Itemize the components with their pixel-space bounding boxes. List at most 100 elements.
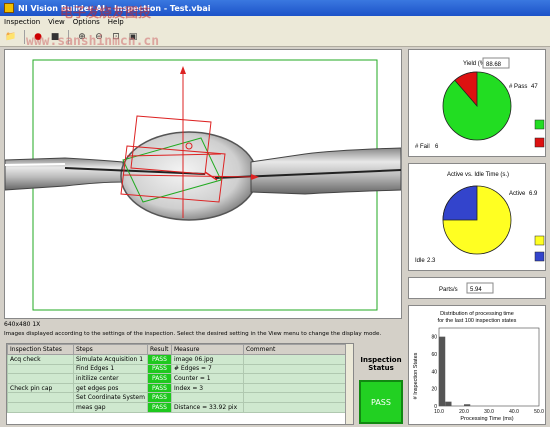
table-row[interactable]: Set Coordinate System PASS: [7, 392, 348, 403]
zoom-in-icon[interactable]: ⊕: [75, 30, 89, 44]
cell-measure: Index = 3: [170, 382, 244, 394]
table-row[interactable]: initilize center PASS Counter = 1: [7, 373, 348, 384]
fail-count-value: 6: [435, 144, 439, 150]
table-scrollbar[interactable]: [345, 344, 353, 424]
cell-comment: [242, 392, 348, 403]
histogram-y-tick-1: 20: [431, 387, 437, 393]
col-header-comment[interactable]: Comment: [242, 344, 348, 355]
cell-measure: # Edges = 7: [170, 363, 244, 375]
cell-result: PASS: [146, 373, 172, 384]
col-header-measure[interactable]: Measure: [170, 344, 244, 355]
table-row[interactable]: Find Edges 1 PASS # Edges = 7: [7, 363, 348, 375]
histogram-bar-2: [464, 404, 471, 406]
active-legend-swatch: [534, 235, 545, 246]
col-header-result[interactable]: Result: [146, 344, 172, 355]
cell-state: [7, 401, 74, 413]
active-label: Active: [509, 191, 526, 197]
cell-state: [7, 392, 74, 403]
cell-measure: Distance = 33.92 pix: [170, 401, 244, 413]
menu-help[interactable]: Help: [108, 18, 124, 26]
fail-count-label: # Fail: [415, 144, 430, 150]
cell-measure: image 06.jpg: [170, 354, 244, 365]
yield-card: Yield (%) 88.68 # Pass 47 # Fail 6: [408, 49, 546, 157]
inspection-status: Inspection Status PASS: [356, 356, 406, 426]
zoom-reset-icon[interactable]: ▣: [126, 30, 140, 44]
histogram-x-tick-1: 20.0: [459, 409, 469, 415]
cell-state: [7, 373, 74, 384]
cell-comment: [242, 373, 348, 384]
table-row[interactable]: Check pin cap get edges pos PASS Index =…: [7, 382, 348, 394]
toolbar-separator: [68, 29, 69, 44]
histogram-x-tick-3: 40.0: [509, 409, 519, 415]
histogram-x-tick-2: 30.0: [484, 409, 494, 415]
idle-value: 2.3: [427, 258, 436, 264]
table-row[interactable]: Acq check Simulate Acquisition 1 PASS im…: [7, 354, 348, 365]
app-icon: [4, 3, 14, 13]
cell-result: PASS: [146, 363, 172, 375]
cell-state: [7, 363, 74, 375]
histogram-y-tick-0: 0: [434, 404, 437, 410]
cell-measure: [170, 392, 244, 403]
histogram-bar-1: [445, 401, 452, 406]
cell-result: PASS: [146, 354, 172, 365]
histogram-card: Distribution of processing time for the …: [408, 305, 546, 425]
toolbar-separator: [24, 29, 25, 44]
histogram-ylabel: # Inspection States: [413, 352, 419, 399]
parts-label: Parts/s: [439, 287, 458, 293]
yield-value: 88.68: [486, 62, 502, 68]
histogram-y-tick-2: 40: [431, 369, 437, 375]
histogram-y-tick-3: 60: [431, 352, 437, 358]
inspection-results-table[interactable]: Inspection States Steps Result Measure C…: [6, 343, 354, 425]
menu-view[interactable]: View: [48, 18, 65, 26]
active-value: 6.9: [529, 191, 538, 197]
zoom-fit-icon[interactable]: ⊡: [109, 30, 123, 44]
table-row[interactable]: meas gap PASS Distance = 33.92 pix: [7, 401, 348, 413]
cell-step: Find Edges 1: [73, 363, 148, 375]
open-folder-icon[interactable]: 📁: [4, 30, 18, 44]
histogram-plot-area: [438, 327, 540, 407]
cell-step: Set Coordinate System: [73, 392, 148, 403]
histogram-x-tick-4: 50.0: [534, 409, 544, 415]
cell-result: PASS: [146, 392, 172, 403]
display-hint: Images displayed according to the settin…: [4, 331, 382, 337]
processing-time-histogram: Distribution of processing time for the …: [413, 311, 544, 422]
inspection-image: [4, 59, 402, 311]
histogram-title-line2: for the last 100 inspection states: [438, 318, 517, 324]
toolbar: 📁 ● ■ ⊕ ⊖ ⊡ ▣: [0, 27, 550, 47]
cell-state: Acq check: [7, 354, 74, 365]
run-icon[interactable]: ●: [31, 30, 45, 44]
histogram-title-line1: Distribution of processing time: [440, 311, 514, 317]
cell-step: Simulate Acquisition 1: [73, 354, 148, 365]
glass-tube-left: [4, 157, 124, 191]
title-bar: NI Vision Builder AI - Inspection - Test…: [0, 0, 550, 16]
image-display[interactable]: [4, 49, 402, 319]
window-title: NI Vision Builder AI - Inspection - Test…: [18, 3, 211, 13]
statistics-panel: Yield (%) 88.68 # Pass 47 # Fail 6 Activ…: [408, 49, 546, 425]
zoom-out-icon[interactable]: ⊖: [92, 30, 106, 44]
cell-result: PASS: [146, 401, 172, 413]
histogram-xlabel: Processing Time (ms): [460, 416, 513, 422]
cell-measure: Counter = 1: [170, 373, 244, 384]
inspection-status-title: Inspection Status: [360, 356, 402, 372]
active-idle-card: Active vs. Idle Time (s.) Active 6.9 Idl…: [408, 163, 546, 271]
idle-label: Idle: [415, 258, 425, 264]
cell-comment: [242, 401, 348, 413]
fail-legend-swatch: [534, 137, 545, 148]
col-header-states[interactable]: Inspection States: [7, 344, 74, 355]
idle-legend-swatch: [534, 251, 545, 262]
idle-pie: [442, 185, 478, 221]
pass-legend-swatch: [534, 119, 545, 130]
active-idle-title: Active vs. Idle Time (s.): [447, 172, 509, 178]
parts-value: 5.94: [470, 287, 482, 293]
cell-step: get edges pos: [73, 382, 148, 394]
pass-count-value: 47: [531, 84, 538, 90]
menu-inspection[interactable]: Inspection: [4, 18, 40, 26]
histogram-bar-0: [439, 336, 446, 406]
inspection-status-indicator: PASS: [359, 380, 403, 424]
cell-comment: [242, 363, 348, 375]
menu-options[interactable]: Options: [73, 18, 100, 26]
table-header-row: Inspection States Steps Result Measure C…: [7, 344, 348, 355]
stop-icon[interactable]: ■: [48, 30, 62, 44]
col-header-steps[interactable]: Steps: [73, 344, 148, 355]
pass-count-label: # Pass: [509, 84, 527, 90]
